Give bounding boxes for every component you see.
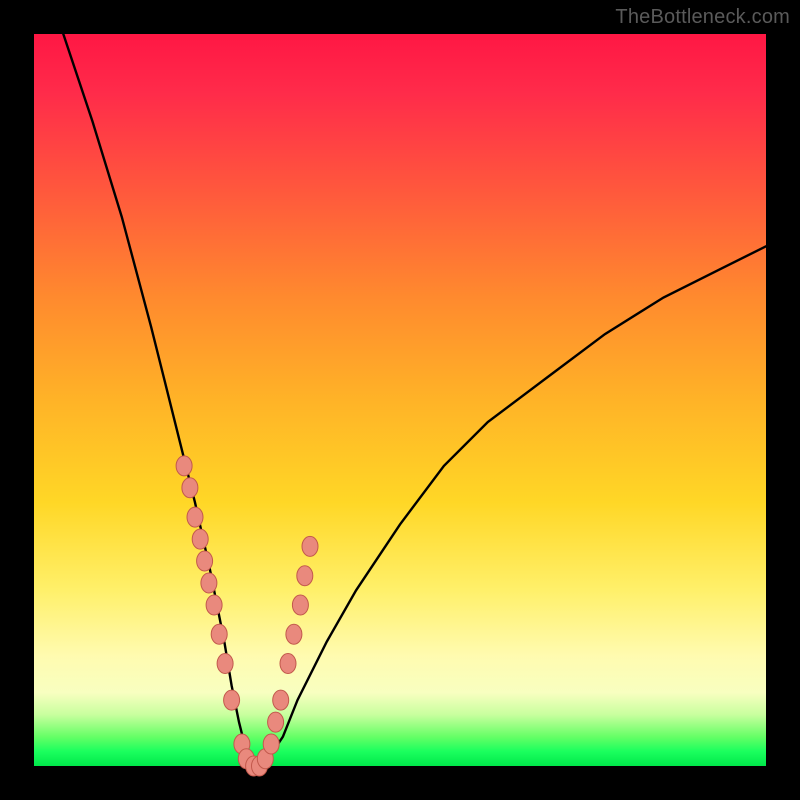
highlight-dot: [217, 654, 233, 674]
highlight-dot: [286, 624, 302, 644]
bottleneck-curve: [63, 34, 766, 766]
highlight-dot: [273, 690, 289, 710]
highlight-dot: [297, 566, 313, 586]
highlight-dot: [201, 573, 217, 593]
highlight-dot: [187, 507, 203, 527]
highlight-dot: [224, 690, 240, 710]
highlight-dot: [197, 551, 213, 571]
highlight-dot: [263, 734, 279, 754]
highlight-dot: [192, 529, 208, 549]
plot-area: [34, 34, 766, 766]
chart-svg: [34, 34, 766, 766]
highlight-dot: [268, 712, 284, 732]
chart-frame: TheBottleneck.com: [0, 0, 800, 800]
highlight-dot: [211, 624, 227, 644]
watermark-text: TheBottleneck.com: [615, 6, 790, 29]
highlighted-dots-group: [176, 456, 318, 776]
highlight-dot: [292, 595, 308, 615]
highlight-dot: [302, 536, 318, 556]
highlight-dot: [176, 456, 192, 476]
highlight-dot: [206, 595, 222, 615]
highlight-dot: [280, 654, 296, 674]
highlight-dot: [182, 478, 198, 498]
